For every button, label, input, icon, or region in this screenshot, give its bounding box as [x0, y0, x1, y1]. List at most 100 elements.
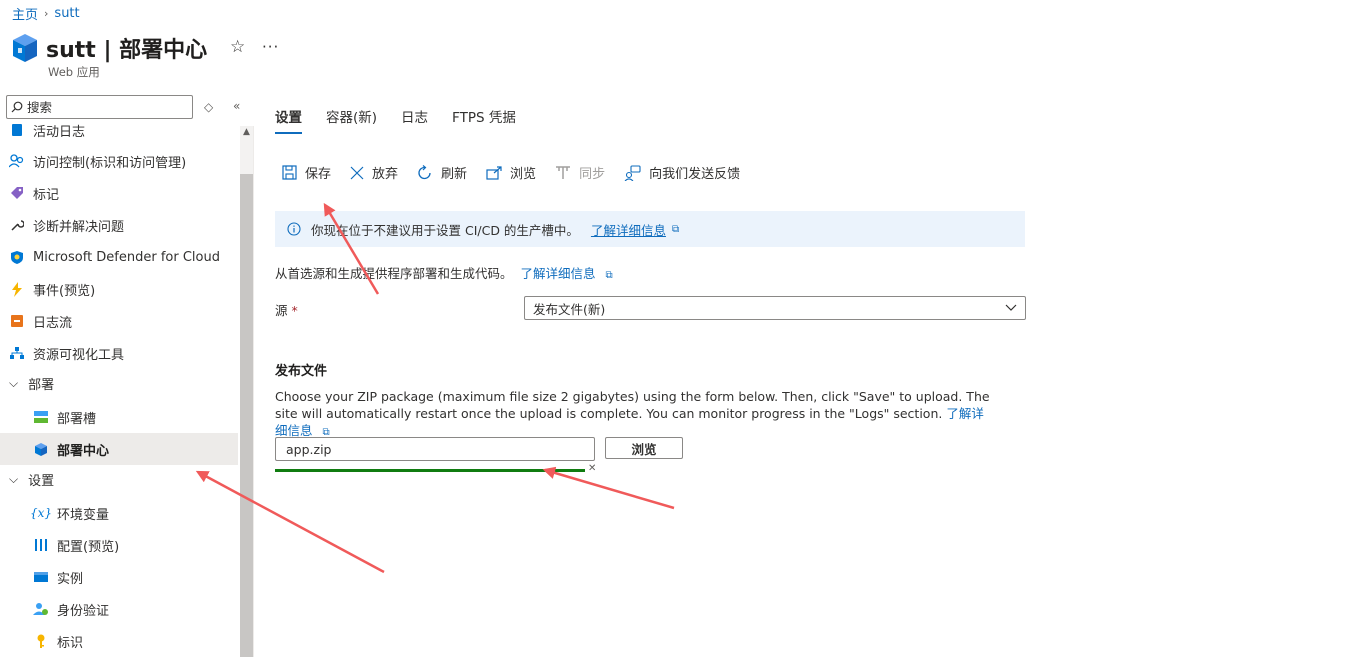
save-icon: [282, 165, 297, 180]
sidebar-divider: [253, 126, 254, 657]
source-label: 源 *: [275, 300, 298, 319]
sidebar-nav: 活动日志 访问控制(标识和访问管理) 标记 诊断并解决问题 Microsoft …: [0, 119, 238, 657]
external-link-icon: ⧉: [671, 223, 680, 235]
publish-file-instructions: Choose your ZIP package (maximum file si…: [275, 388, 995, 441]
sidebar-item-label: 资源可视化工具: [33, 347, 125, 363]
sidebar-item-label: 标识: [57, 635, 84, 651]
instance-icon: [33, 569, 49, 585]
sidebar-item-label: 身份验证: [57, 603, 110, 619]
search-box: [6, 95, 193, 119]
tab-logs[interactable]: 日志: [401, 106, 428, 134]
page-title: sutt | 部署中心: [46, 38, 208, 63]
page-subtitle: Web 应用: [48, 65, 100, 79]
more-options-icon[interactable]: ···: [262, 38, 279, 56]
star-icon[interactable]: ☆: [230, 37, 245, 57]
sidebar-item-tags[interactable]: 标记: [0, 177, 238, 209]
sidebar-item-label: 部署中心: [57, 443, 110, 459]
lightning-icon: [9, 281, 25, 297]
close-icon: [350, 166, 364, 179]
breadcrumb: 主页 › sutt: [12, 4, 80, 23]
sidebar-item-label: 部署槽: [57, 411, 97, 427]
required-marker: *: [291, 303, 298, 318]
description-text: 从首选源和生成提供程序部署和生成代码。: [275, 266, 513, 281]
sidebar-item-label: 实例: [57, 571, 84, 587]
refresh-label: 刷新: [441, 167, 468, 182]
feedback-label: 向我们发送反馈: [649, 167, 741, 182]
sidebar-item-activity-log[interactable]: 活动日志: [0, 119, 238, 146]
sidebar-item-configuration[interactable]: 配置(预览): [0, 529, 238, 561]
external-link-icon: ⧉: [605, 270, 613, 281]
sidebar-scrollbar-thumb[interactable]: [240, 174, 253, 657]
sidebar-item-instances[interactable]: 实例: [0, 561, 238, 593]
publish-file-title: 发布文件: [275, 364, 328, 379]
publish-file-instructions-text: Choose your ZIP package (maximum file si…: [275, 389, 990, 421]
sidebar-item-label: 事件(预览): [33, 283, 96, 299]
shield-icon: [9, 249, 25, 265]
breadcrumb-current-link[interactable]: sutt: [54, 6, 79, 21]
sidebar-item-deployment-center[interactable]: 部署中心: [0, 433, 238, 465]
sidebar-item-deployment-slots[interactable]: 部署槽: [0, 401, 238, 433]
sidebar-item-access-control[interactable]: 访问控制(标识和访问管理): [0, 145, 238, 177]
scroll-up-arrow-icon[interactable]: ▲: [243, 127, 250, 137]
sidebar-item-label: 诊断并解决问题: [33, 219, 125, 235]
activity-log-icon: [9, 122, 25, 138]
info-banner-learn-more-link[interactable]: 了解详细信息: [591, 220, 666, 239]
file-path-field: [275, 437, 595, 461]
source-dropdown[interactable]: 发布文件(新): [524, 296, 1026, 320]
chevron-right-icon: ›: [44, 7, 49, 20]
discard-button[interactable]: 放弃: [350, 163, 398, 182]
file-path-input[interactable]: [284, 440, 578, 458]
search-input[interactable]: [27, 99, 177, 115]
sync-label: 同步: [579, 167, 606, 182]
tab-ftps-credentials[interactable]: FTPS 凭据: [452, 106, 516, 134]
upload-progress-bar: [275, 469, 585, 472]
chevron-down-icon: ⌵: [9, 471, 19, 486]
wrench-icon: [9, 217, 25, 233]
sync-button[interactable]: 同步: [555, 163, 605, 182]
sidebar-item-defender[interactable]: Microsoft Defender for Cloud: [0, 241, 238, 273]
sidebar-item-authentication[interactable]: 身份验证: [0, 593, 238, 625]
sidebar-item-label: Microsoft Defender for Cloud: [33, 249, 220, 265]
browse-label: 浏览: [510, 167, 537, 182]
description: 从首选源和生成提供程序部署和生成代码。 了解详细信息 ⧉: [275, 263, 613, 282]
sync-icon: [556, 166, 571, 179]
search-icon: [11, 101, 23, 113]
chevron-down-icon: [1005, 304, 1017, 311]
sidebar-item-events[interactable]: 事件(预览): [0, 273, 238, 305]
hierarchy-icon: [9, 345, 25, 361]
feedback-button[interactable]: 向我们发送反馈: [624, 163, 740, 182]
chevron-down-icon: ⌵: [9, 375, 19, 390]
save-button[interactable]: 保存: [282, 163, 331, 182]
tab-containers[interactable]: 容器(新): [326, 106, 377, 134]
sidebar-group-label: 部署: [28, 377, 55, 393]
sidebar-item-diagnose[interactable]: 诊断并解决问题: [0, 209, 238, 241]
annotation-arrow-progress: [542, 466, 675, 510]
cancel-upload-icon[interactable]: ✕: [588, 463, 596, 474]
key-icon: [33, 633, 49, 649]
expand-collapse-icon[interactable]: ◇: [204, 100, 213, 114]
sidebar-item-identity[interactable]: 标识: [0, 625, 238, 657]
people-icon: [9, 153, 25, 169]
info-banner: 你现在位于不建议用于设置 CI/CD 的生产槽中。 了解详细信息 ⧉: [275, 211, 1025, 247]
browse-file-button[interactable]: 浏览: [605, 437, 683, 459]
source-label-text: 源: [275, 303, 288, 318]
breadcrumb-home-link[interactable]: 主页: [12, 4, 38, 23]
sidebar-group-settings[interactable]: ⌵ 设置: [0, 463, 238, 495]
collapse-sidebar-icon[interactable]: «: [233, 99, 240, 113]
refresh-button[interactable]: 刷新: [417, 163, 467, 182]
sidebar-group-deployment[interactable]: ⌵ 部署: [0, 367, 238, 399]
discard-label: 放弃: [372, 167, 399, 182]
feedback-icon: [624, 164, 641, 181]
sidebar-group-label: 设置: [28, 473, 55, 489]
info-icon: [287, 222, 301, 236]
slots-icon: [33, 409, 49, 425]
sidebar-item-label: 活动日志: [33, 124, 86, 140]
auth-icon: [33, 601, 49, 617]
cube-icon: [33, 441, 49, 457]
sidebar-item-resource-visualizer[interactable]: 资源可视化工具: [0, 337, 238, 369]
sidebar-item-log-stream[interactable]: 日志流: [0, 305, 238, 337]
browse-button[interactable]: 浏览: [486, 163, 536, 182]
sidebar-item-env-vars[interactable]: {x} 环境变量: [0, 497, 238, 529]
description-learn-more-link[interactable]: 了解详细信息: [521, 266, 596, 281]
tab-settings[interactable]: 设置: [275, 106, 302, 134]
